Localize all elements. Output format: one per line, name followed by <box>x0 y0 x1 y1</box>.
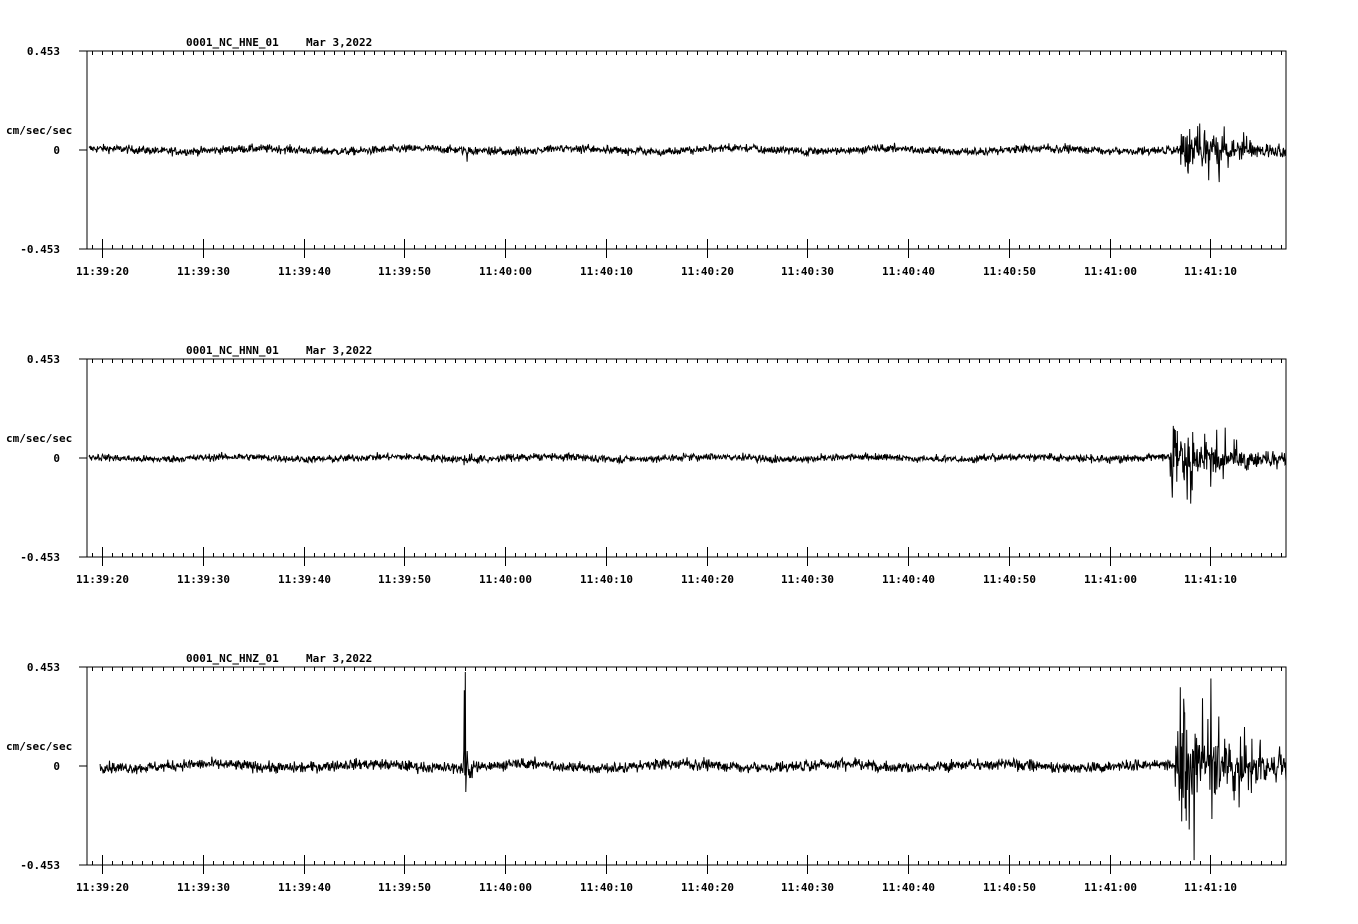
y-tick-label: -0.453 <box>20 243 60 256</box>
y-tick-label: -0.453 <box>20 551 60 564</box>
waveform-trace <box>99 671 1287 861</box>
y-tick-label: 0.453 <box>27 45 60 58</box>
panel-title: 0001_NC_HNE_01 <box>186 36 279 49</box>
x-tick-label: 11:39:20 <box>76 881 129 894</box>
x-tick-label: 11:40:20 <box>681 573 734 586</box>
x-tick-label: 11:41:00 <box>1084 265 1137 278</box>
x-tick-label: 11:39:50 <box>378 265 431 278</box>
panel-date: Mar 3,2022 <box>306 344 372 357</box>
x-tick-label: 11:41:10 <box>1184 881 1237 894</box>
x-tick-label: 11:39:40 <box>278 881 331 894</box>
x-tick-label: 11:40:10 <box>580 573 633 586</box>
x-tick-label: 11:40:40 <box>882 265 935 278</box>
x-tick-label: 11:40:20 <box>681 265 734 278</box>
y-tick-label: 0 <box>53 452 60 465</box>
panel-date: Mar 3,2022 <box>306 36 372 49</box>
panel-2: 0001_NC_HNZ_01 Mar 3,2022 cm/sec/sec 0.453 0… <box>6 652 1287 894</box>
y-tick-label: 0 <box>53 144 60 157</box>
x-tick-label: 11:40:30 <box>781 573 834 586</box>
x-tick-label: 11:40:00 <box>479 265 532 278</box>
x-tick-label: 11:41:00 <box>1084 881 1137 894</box>
panel-1: 0001_NC_HNN_01 Mar 3,2022 cm/sec/sec 0.453 0… <box>6 344 1287 586</box>
x-tick-label: 11:39:20 <box>76 265 129 278</box>
x-tick-label: 11:39:30 <box>177 573 230 586</box>
y-tick-label: -0.453 <box>20 859 60 872</box>
x-tick-label: 11:39:20 <box>76 573 129 586</box>
x-tick-label: 11:41:10 <box>1184 573 1237 586</box>
x-tick-label: 11:40:30 <box>781 881 834 894</box>
x-tick-label: 11:40:40 <box>882 573 935 586</box>
x-tick-label: 11:39:30 <box>177 265 230 278</box>
y-tick-label: 0 <box>53 760 60 773</box>
x-tick-label: 11:39:40 <box>278 265 331 278</box>
panel-title: 0001_NC_HNZ_01 <box>186 652 279 665</box>
x-tick-label: 11:39:50 <box>378 573 431 586</box>
x-tick-label: 11:40:00 <box>479 573 532 586</box>
x-tick-label: 11:40:50 <box>983 265 1036 278</box>
x-tick-label: 11:40:00 <box>479 881 532 894</box>
y-axis-label: cm/sec/sec <box>6 740 72 753</box>
y-tick-label: 0.453 <box>27 661 60 674</box>
y-axis-label: cm/sec/sec <box>6 124 72 137</box>
panel-title: 0001_NC_HNN_01 <box>186 344 279 357</box>
seismogram-figure: 0001_NC_HNE_01 Mar 3,2022cm/sec/sec0.4530… <box>6 36 1287 894</box>
x-tick-label: 11:40:40 <box>882 881 935 894</box>
y-tick-label: 0.453 <box>27 353 60 366</box>
x-tick-label: 11:40:20 <box>681 881 734 894</box>
x-tick-label: 11:40:50 <box>983 573 1036 586</box>
x-tick-label: 11:41:10 <box>1184 265 1237 278</box>
x-tick-label: 11:39:50 <box>378 881 431 894</box>
x-tick-label: 11:40:10 <box>580 265 633 278</box>
waveform-trace <box>88 425 1287 504</box>
x-tick-label: 11:39:30 <box>177 881 230 894</box>
x-tick-label: 11:40:50 <box>983 881 1036 894</box>
y-axis-label: cm/sec/sec <box>6 432 72 445</box>
panel-date: Mar 3,2022 <box>306 652 372 665</box>
x-tick-label: 11:41:00 <box>1084 573 1137 586</box>
waveform-trace <box>88 123 1286 183</box>
x-tick-label: 11:39:40 <box>278 573 331 586</box>
panel-0: 0001_NC_HNE_01 Mar 3,2022 cm/sec/sec 0.453 0… <box>6 36 1287 278</box>
x-tick-label: 11:40:10 <box>580 881 633 894</box>
x-tick-label: 11:40:30 <box>781 265 834 278</box>
